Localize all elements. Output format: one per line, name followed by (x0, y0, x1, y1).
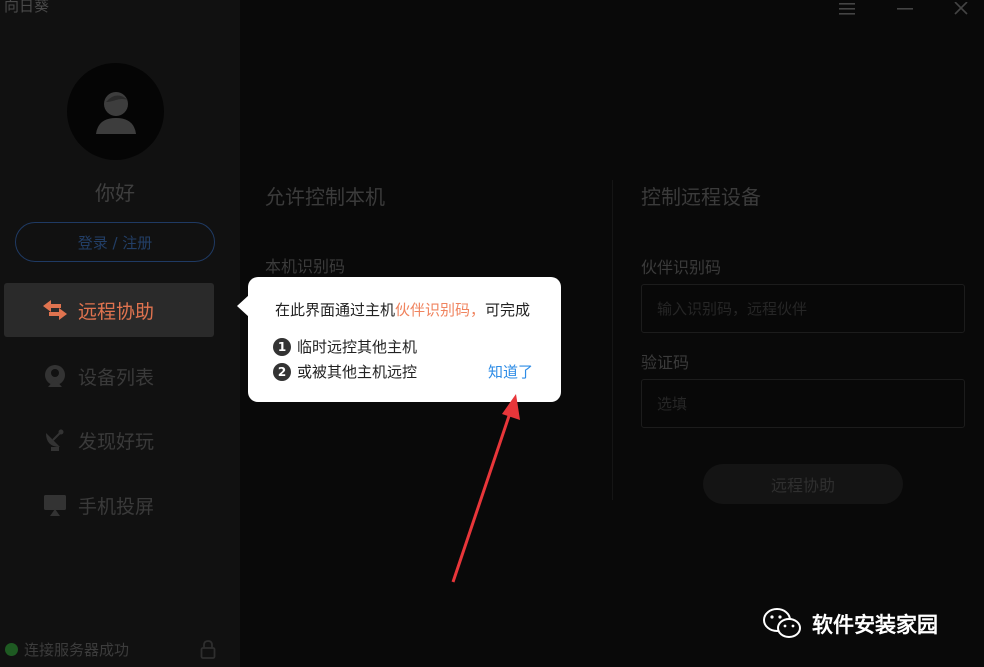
wechat-logo-icon (763, 608, 801, 638)
app-window: 你好 登录 / 注册 远程协助 设备列表 发现好玩 手机投屏 连接服务器成功 向… (0, 0, 984, 667)
watermark-text: 软件安装家园 (812, 613, 938, 637)
watermark: 软件安装家园 (762, 607, 938, 641)
annotation-arrow (451, 394, 520, 583)
